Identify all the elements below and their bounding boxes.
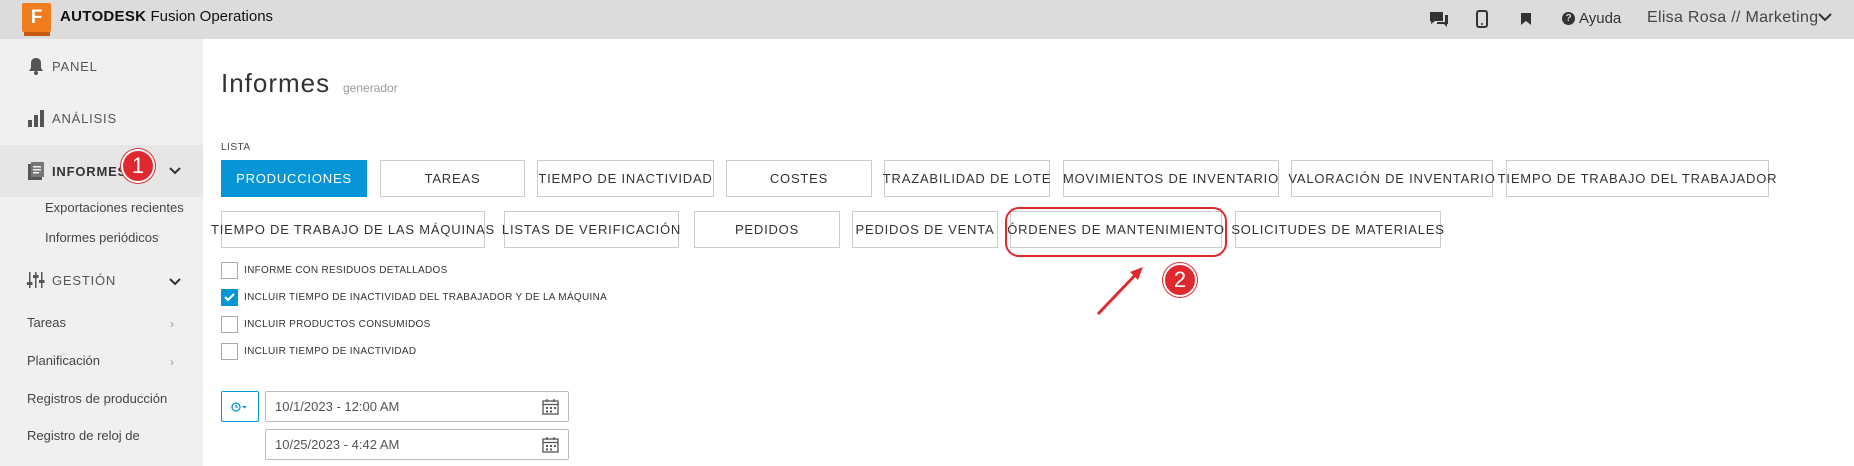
sidebar-item-tareas[interactable]: Tareas <box>27 315 66 330</box>
clock-dropdown-icon <box>231 401 247 412</box>
date-from-value: 10/1/2023 - 12:00 AM <box>275 399 400 414</box>
logo-letter: F <box>30 6 43 28</box>
calendar-icon[interactable] <box>542 398 559 415</box>
chevron-down-icon[interactable] <box>1818 9 1832 25</box>
sidebar-label-analisis: ANÁLISIS <box>52 110 117 126</box>
option-inactividad-trabajador[interactable]: INCLUIR TIEMPO DE INACTIVIDAD DEL TRABAJ… <box>221 289 607 306</box>
sidebar-item-planificacion[interactable]: Planificación <box>27 353 100 368</box>
user-menu[interactable]: Elisa Rosa // Marketing <box>1647 9 1818 27</box>
sidebar-item-gestion[interactable]: GESTIÓN <box>0 258 203 302</box>
report-button-listas-verificacion[interactable]: LISTAS DE VERIFICACIÓN <box>502 211 680 248</box>
help-label: Ayuda <box>1579 10 1622 27</box>
option-label: INCLUIR TIEMPO DE INACTIVIDAD DEL TRABAJ… <box>244 292 608 303</box>
sidebar-label-panel: PANEL <box>52 58 98 74</box>
option-label: INCLUIR PRODUCTOS CONSUMIDOS <box>244 319 431 330</box>
step-badge-1: 1 <box>121 149 155 183</box>
bar-chart-icon <box>25 107 47 129</box>
bookmark-icon[interactable] <box>1514 8 1538 30</box>
chevron-right-icon: › <box>170 317 174 331</box>
date-to-value: 10/25/2023 - 4:42 AM <box>275 437 400 452</box>
brand-rest: Fusion Operations <box>146 8 274 25</box>
report-icon <box>25 160 47 182</box>
report-button-movimientos[interactable]: MOVIMIENTOS DE INVENTARIO <box>1063 160 1279 197</box>
page-subtitle: generador <box>343 81 398 95</box>
sidebar-sub-periodicos[interactable]: Informes periódicos <box>45 230 158 245</box>
report-button-tiempo-inactividad[interactable]: TIEMPO DE INACTIVIDAD <box>537 160 714 197</box>
chat-icon[interactable] <box>1427 8 1451 30</box>
page-title: Informes <box>221 68 331 98</box>
report-button-tareas[interactable]: TAREAS <box>380 160 525 197</box>
sidebar-label-informes: INFORMES <box>52 163 128 179</box>
option-residuos[interactable]: INFORME CON RESIDUOS DETALLADOS <box>221 262 448 279</box>
annotation-highlight <box>1005 207 1227 257</box>
annotation-arrow-icon <box>1096 267 1143 316</box>
sidebar-item-panel[interactable]: PANEL <box>0 41 203 91</box>
sidebar-item-registro-reloj[interactable]: Registro de reloj de <box>27 428 140 443</box>
step-badge-2: 2 <box>1163 263 1197 297</box>
report-button-tiempo-maquinas[interactable]: TIEMPO DE TRABAJO DE LAS MÁQUINAS <box>211 211 494 248</box>
report-button-pedidos-venta[interactable]: PEDIDOS DE VENTA <box>852 211 998 248</box>
report-button-pedidos[interactable]: PEDIDOS <box>694 211 840 248</box>
option-label: INCLUIR TIEMPO DE INACTIVIDAD <box>244 346 417 357</box>
check-icon <box>224 293 235 302</box>
bell-icon <box>25 55 47 77</box>
lista-label: LISTA <box>221 142 251 153</box>
sliders-icon <box>25 269 47 291</box>
report-button-tiempo-trabajador[interactable]: TIEMPO DE TRABAJO DEL TRABAJADOR <box>1498 160 1777 197</box>
report-button-costes[interactable]: COSTES <box>726 160 872 197</box>
chevron-down-icon <box>169 274 181 289</box>
sidebar-item-registros-produccion[interactable]: Registros de producción <box>27 391 167 406</box>
chevron-right-icon: › <box>170 355 174 369</box>
sidebar-sub-exportaciones[interactable]: Exportaciones recientes <box>45 200 184 215</box>
date-from-field[interactable]: 10/1/2023 - 12:00 AM <box>265 391 569 422</box>
option-label: INFORME CON RESIDUOS DETALLADOS <box>244 265 448 276</box>
report-button-valoracion[interactable]: VALORACIÓN DE INVENTARIO <box>1288 160 1495 197</box>
checkbox-checked[interactable] <box>221 289 238 306</box>
calendar-icon[interactable] <box>542 436 559 453</box>
checkbox[interactable] <box>221 262 238 279</box>
sidebar: PANEL ANÁLISIS INFORMES 1 Exportaciones … <box>0 39 203 466</box>
option-tiempo-inactividad[interactable]: INCLUIR TIEMPO DE INACTIVIDAD <box>221 343 416 360</box>
checkbox[interactable] <box>221 343 238 360</box>
help-icon: ? <box>1562 12 1575 25</box>
brand-name: AUTODESK Fusion Operations <box>60 8 273 25</box>
sidebar-label-gestion: GESTIÓN <box>52 272 117 288</box>
brand-bold: AUTODESK <box>60 8 147 25</box>
chevron-down-icon <box>169 163 181 178</box>
date-range-picker-button[interactable] <box>221 391 259 422</box>
option-productos-consumidos[interactable]: INCLUIR PRODUCTOS CONSUMIDOS <box>221 316 431 333</box>
help-link[interactable]: ? Ayuda <box>1562 10 1621 27</box>
top-bar: F AUTODESK Fusion Operations ? Ayuda Eli… <box>0 0 1854 39</box>
date-to-field[interactable]: 10/25/2023 - 4:42 AM <box>265 429 569 460</box>
report-button-producciones[interactable]: PRODUCCIONES <box>221 160 367 197</box>
sidebar-item-informes[interactable]: INFORMES <box>0 145 203 197</box>
mobile-icon[interactable] <box>1470 8 1494 30</box>
report-button-trazabilidad[interactable]: TRAZABILIDAD DE LOTE <box>883 160 1050 197</box>
report-button-solicitudes-materiales[interactable]: SOLICITUDES DE MATERIALES <box>1231 211 1444 248</box>
fusion-logo[interactable]: F <box>22 3 51 36</box>
sidebar-item-analisis[interactable]: ANÁLISIS <box>0 93 203 143</box>
checkbox[interactable] <box>221 316 238 333</box>
